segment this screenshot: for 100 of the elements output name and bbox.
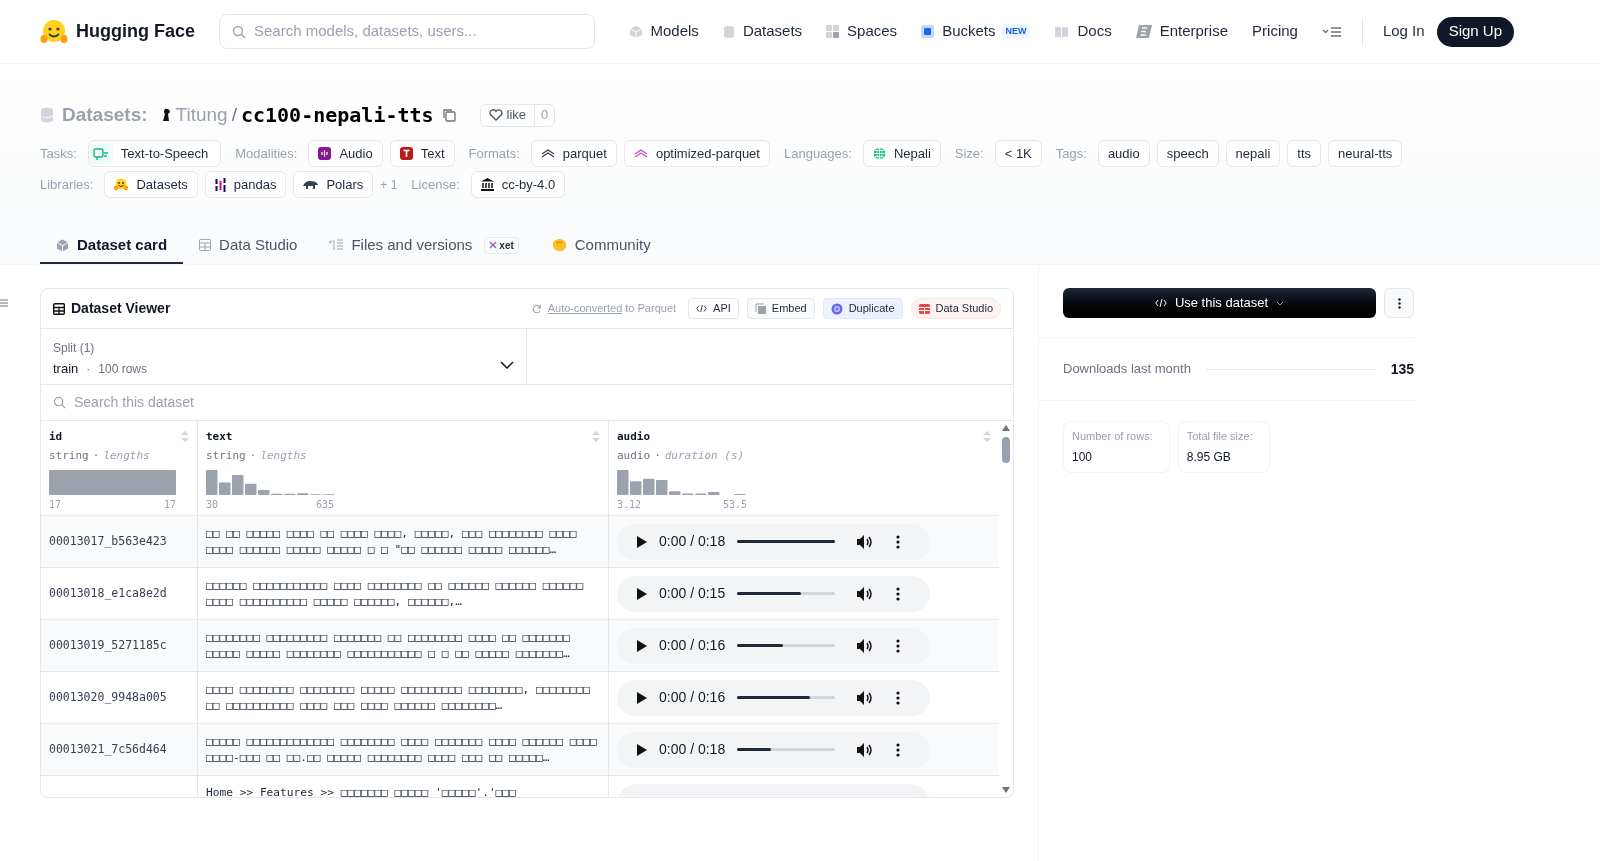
signup-button[interactable]: Sign Up bbox=[1436, 16, 1514, 47]
tag-chip[interactable]: cc-by-4.0 bbox=[470, 171, 566, 198]
split-name: train bbox=[53, 360, 79, 378]
nav-link[interactable]: Buckets NEW bbox=[921, 20, 1031, 43]
nav-link[interactable]: Models bbox=[628, 20, 699, 43]
sort-icon bbox=[181, 431, 189, 442]
bars-icon bbox=[214, 177, 226, 192]
logo-icon[interactable] bbox=[40, 18, 68, 45]
search-icon bbox=[53, 396, 66, 409]
dataset-search-field[interactable]: Search this dataset bbox=[41, 385, 1013, 421]
scroll-down-icon[interactable] bbox=[1002, 787, 1010, 793]
nav-link[interactable]: Enterprise bbox=[1135, 20, 1229, 43]
studio-button[interactable]: Data Studio bbox=[910, 298, 1001, 319]
plus-circle-icon bbox=[830, 302, 843, 315]
like-count: 0 bbox=[534, 104, 555, 126]
tag-chip[interactable]: tts bbox=[1287, 140, 1322, 167]
tag-chip[interactable]: Nepali bbox=[862, 140, 941, 167]
audio-time: 0:00 / 0:16 bbox=[659, 688, 726, 707]
tag-chip[interactable]: Datasets bbox=[104, 171, 198, 198]
like-label: like bbox=[506, 106, 528, 125]
like-button[interactable]: like 0 bbox=[479, 103, 556, 127]
database-icon bbox=[722, 24, 735, 39]
nav-link[interactable]: Pricing bbox=[1252, 20, 1298, 43]
axis-max: 17 bbox=[163, 498, 176, 512]
cube-icon bbox=[56, 238, 69, 252]
api-button[interactable]: API bbox=[688, 298, 739, 319]
tab[interactable]: Data Studio bbox=[183, 228, 314, 264]
sidebar-toggle-icon[interactable] bbox=[0, 298, 10, 308]
audio-time: 0:00 / 0:16 bbox=[659, 636, 726, 655]
tag-chip[interactable]: optimized-parquet bbox=[623, 140, 770, 167]
audio-player[interactable]: 0:00 / 0:18 bbox=[617, 731, 930, 768]
tag-chip[interactable]: parquet bbox=[530, 140, 617, 167]
sort-icon bbox=[592, 431, 600, 442]
audio-player[interactable]: 0:00 / 0:16 bbox=[617, 627, 930, 664]
tag-chip[interactable]: neural-tts bbox=[1328, 140, 1403, 167]
tag-chip[interactable]: < 1K bbox=[994, 140, 1042, 167]
audio-time: 0:00 / 0:18 bbox=[659, 532, 726, 551]
dataset-name[interactable]: cc100-nepali-tts bbox=[240, 100, 434, 130]
logo-text[interactable]: Hugging Face bbox=[76, 18, 195, 45]
embed-button[interactable]: Embed bbox=[746, 298, 815, 319]
progress-fill[interactable] bbox=[737, 644, 784, 647]
kebab-icon[interactable] bbox=[896, 638, 901, 653]
tag-chip[interactable]: Text bbox=[389, 140, 455, 167]
table-cell: Home >> Features >> □□□□□□□ □□□□□ '□□□□□'.'□□□ bbox=[206, 785, 516, 797]
tag-chip[interactable]: pandas bbox=[204, 171, 287, 198]
tab[interactable]: Files and versions xet bbox=[313, 228, 535, 264]
axis-max: 635 bbox=[315, 498, 334, 512]
volume-icon[interactable] bbox=[857, 690, 873, 705]
audio-player[interactable]: 0:00 / 0:15 bbox=[617, 575, 930, 612]
copy-icon[interactable] bbox=[441, 108, 456, 122]
nav-link[interactable]: Spaces bbox=[826, 20, 898, 43]
kebab-icon[interactable] bbox=[896, 586, 901, 601]
audio-time: 0:00 / 0:15 bbox=[659, 584, 726, 603]
tag-chip[interactable]: audio bbox=[1097, 140, 1150, 167]
use-dataset-button[interactable]: Use this dataset bbox=[1063, 288, 1376, 318]
audio-player[interactable]: 0:00 / 0:18 bbox=[617, 523, 930, 560]
tag-chip[interactable]: Audio bbox=[308, 140, 383, 167]
split-selector[interactable]: Split (1) train · 100 rows bbox=[41, 329, 527, 384]
table-cell-text: 00013021_7c56d464 bbox=[49, 740, 167, 758]
column-type: string bbox=[206, 447, 246, 464]
volume-icon[interactable] bbox=[857, 586, 873, 601]
table-cell-text: 00013018_e1ca8e2d bbox=[49, 584, 167, 602]
login-link[interactable]: Log In bbox=[1382, 20, 1425, 43]
progress-fill[interactable] bbox=[737, 748, 772, 751]
column-name: text bbox=[206, 429, 233, 445]
stat-label: Number of rows: bbox=[1072, 429, 1153, 444]
scroll-up-icon[interactable] bbox=[1002, 425, 1010, 431]
search-field[interactable]: Search models, datasets, users... bbox=[219, 14, 595, 49]
column-stat: lengths bbox=[260, 447, 307, 464]
menu-icon[interactable] bbox=[1321, 25, 1342, 38]
nav-link[interactable]: Datasets bbox=[722, 20, 803, 43]
tab[interactable]: Community bbox=[534, 228, 667, 264]
axis-min: 30 bbox=[206, 498, 219, 512]
tag-chip[interactable]: speech bbox=[1156, 140, 1219, 167]
heart-icon bbox=[488, 109, 503, 121]
tab[interactable]: Dataset card bbox=[40, 228, 184, 264]
layers-icon bbox=[633, 148, 648, 159]
kebab-icon[interactable] bbox=[896, 690, 901, 705]
scrollbar-thumb[interactable] bbox=[1002, 437, 1010, 463]
tag-chip[interactable]: Text-to-Speech bbox=[87, 140, 222, 167]
search-input[interactable]: Search models, datasets, users... bbox=[254, 20, 582, 43]
duplicate-button[interactable]: Duplicate bbox=[822, 298, 903, 319]
speech-icon bbox=[88, 143, 113, 164]
audio-player[interactable]: 0:00 / 0:16 bbox=[617, 679, 930, 716]
volume-icon[interactable] bbox=[857, 742, 873, 757]
path-separator: / bbox=[231, 102, 237, 127]
search-input[interactable]: Search this dataset bbox=[74, 392, 1001, 413]
kebab-icon[interactable] bbox=[896, 742, 901, 757]
volume-icon[interactable] bbox=[857, 534, 873, 549]
downloads-label: Downloads last month bbox=[1063, 360, 1191, 379]
kebab-icon[interactable] bbox=[896, 534, 901, 549]
nav-link[interactable]: Docs bbox=[1054, 20, 1112, 43]
files-icon bbox=[329, 239, 344, 251]
volume-icon[interactable] bbox=[857, 638, 873, 653]
code-icon bbox=[696, 304, 708, 313]
tag-chip[interactable]: nepali bbox=[1225, 140, 1281, 167]
tag-chip[interactable]: Polars bbox=[293, 171, 374, 198]
xet-icon bbox=[489, 241, 498, 249]
layers-icon bbox=[540, 148, 555, 159]
meta-label: Libraries: bbox=[40, 175, 94, 194]
